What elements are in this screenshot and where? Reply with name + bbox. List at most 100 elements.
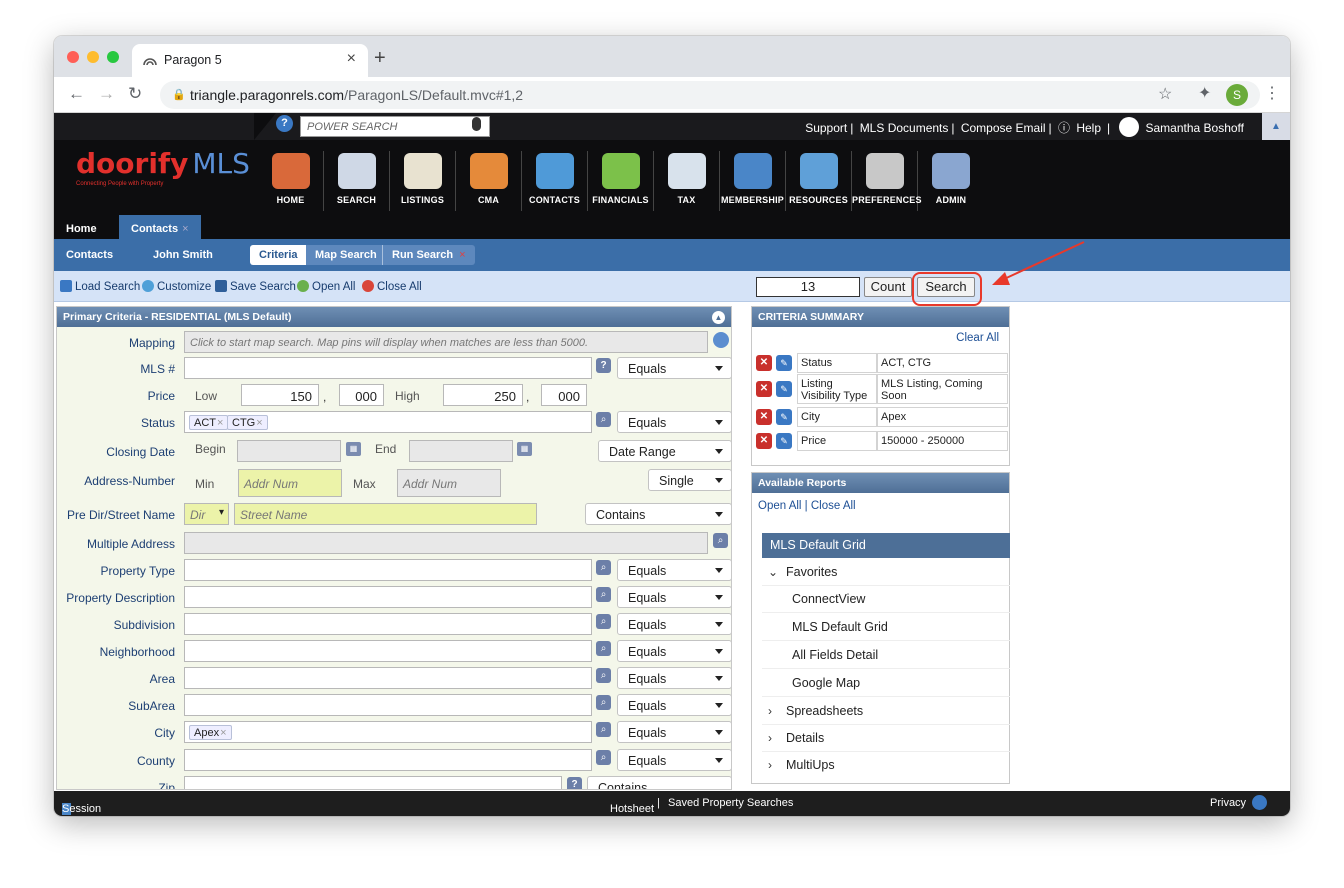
back-icon[interactable]: ←	[68, 84, 85, 104]
neighborhood-operator-select[interactable]: Equals	[617, 640, 731, 662]
city-operator-select[interactable]: Equals	[617, 721, 731, 743]
user-menu[interactable]: Samantha Boshoff	[1116, 117, 1247, 137]
mls-help-icon[interactable]: ?	[596, 358, 611, 373]
microphone-icon[interactable]	[472, 117, 481, 131]
county-operator-select[interactable]: Equals	[617, 749, 731, 771]
property-description-lookup-icon[interactable]: ⌕	[596, 587, 611, 602]
bookmark-star-icon[interactable]: ☆	[1158, 84, 1172, 104]
reports-open-all-link[interactable]: Open All	[758, 500, 801, 512]
property-type-lookup-icon[interactable]: ⌕	[596, 560, 611, 575]
status-chip-ctg[interactable]: CTG×	[227, 415, 268, 430]
map-globe-icon[interactable]	[713, 332, 729, 348]
forward-icon[interactable]: →	[98, 84, 115, 104]
remove-chip-icon[interactable]: ×	[217, 417, 223, 429]
nav-preferences[interactable]: PREFERENCES	[852, 151, 922, 211]
address-bar[interactable]: 🔒 triangle.paragonrels.com/ParagonLS/Def…	[160, 81, 1260, 109]
multiple-address-lookup-icon[interactable]: ⌕	[713, 533, 728, 548]
count-button[interactable]: Count	[864, 277, 912, 297]
subdivision-input[interactable]	[184, 613, 592, 635]
status-lookup-icon[interactable]: ⌕	[596, 412, 611, 427]
remove-criterion-icon[interactable]: ✕	[756, 433, 772, 449]
area-input[interactable]	[184, 667, 592, 689]
direction-select[interactable]: Dir ▾	[184, 503, 229, 525]
tab-run-search[interactable]: Run Search ×	[382, 245, 475, 265]
subdivision-operator-select[interactable]: Equals	[617, 613, 731, 635]
power-search-help-icon[interactable]: ?	[276, 115, 293, 132]
county-input[interactable]	[184, 749, 592, 771]
edit-criterion-icon[interactable]: ✎	[776, 381, 792, 397]
save-search-button[interactable]: Save Search	[215, 280, 296, 293]
subarea-input[interactable]	[184, 694, 592, 716]
app-tab-contacts[interactable]: Contacts ×	[119, 215, 201, 239]
browser-tab[interactable]: Paragon 5 ×	[132, 44, 368, 77]
closing-end-input[interactable]	[409, 440, 513, 462]
remove-criterion-icon[interactable]: ✕	[756, 381, 772, 397]
customize-button[interactable]: Customize	[142, 280, 211, 293]
remove-criterion-icon[interactable]: ✕	[756, 409, 772, 425]
property-type-operator-select[interactable]: Equals	[617, 559, 731, 581]
close-window-icon[interactable]	[67, 51, 79, 63]
mapping-input[interactable]: Click to start map search. Map pins will…	[184, 331, 708, 353]
browser-menu-icon[interactable]: ⋮	[1264, 83, 1280, 103]
profile-avatar[interactable]: S	[1226, 84, 1248, 106]
status-operator-select[interactable]: Equals	[617, 411, 731, 433]
mls-number-input[interactable]	[184, 357, 592, 379]
report-item[interactable]: MLS Default Grid	[762, 614, 1010, 641]
spreadsheets-group[interactable]: › Spreadsheets	[762, 698, 1010, 725]
privacy-settings-icon[interactable]	[1252, 795, 1267, 810]
mls-operator-select[interactable]: Equals	[617, 357, 731, 379]
report-item[interactable]: Google Map	[762, 670, 1010, 697]
property-description-operator-select[interactable]: Equals	[617, 586, 731, 608]
edit-criterion-icon[interactable]: ✎	[776, 433, 792, 449]
collapse-panel-icon[interactable]: ▲	[712, 311, 725, 324]
street-name-input[interactable]: Street Name	[234, 503, 537, 525]
closing-date-operator-select[interactable]: Date Range	[598, 440, 731, 462]
report-item[interactable]: All Fields Detail	[762, 642, 1010, 669]
address-max-input[interactable]: Addr Num	[397, 469, 501, 497]
privacy-link[interactable]: Privacy	[1210, 797, 1246, 809]
nav-tax[interactable]: TAX	[654, 151, 720, 211]
saved-property-searches-link[interactable]: Saved Property Searches	[668, 797, 793, 809]
city-chip-apex[interactable]: Apex×	[189, 725, 232, 740]
details-group[interactable]: › Details	[762, 725, 1010, 752]
tab-map-search[interactable]: Map Search	[306, 245, 386, 265]
support-link[interactable]: Support	[805, 121, 847, 135]
subarea-lookup-icon[interactable]: ⌕	[596, 695, 611, 710]
edit-criterion-icon[interactable]: ✎	[776, 409, 792, 425]
status-input[interactable]: ACT× CTG×	[184, 411, 592, 433]
subdivision-lookup-icon[interactable]: ⌕	[596, 614, 611, 629]
price-low-units-input[interactable]: 000	[339, 384, 384, 406]
compose-email-link[interactable]: Compose Email	[961, 121, 1046, 135]
nav-membership[interactable]: MEMBERSHIP	[720, 151, 786, 211]
selected-report[interactable]: MLS Default Grid	[762, 533, 1010, 558]
nav-financials[interactable]: FINANCIALS	[588, 151, 654, 211]
mls-documents-link[interactable]: MLS Documents	[860, 121, 949, 135]
address-operator-select[interactable]: Single	[648, 469, 731, 491]
open-all-button[interactable]: Open All	[297, 280, 355, 293]
remove-criterion-icon[interactable]: ✕	[756, 355, 772, 371]
multiple-address-input[interactable]	[184, 532, 708, 554]
property-description-input[interactable]	[184, 586, 592, 608]
closing-begin-input[interactable]	[237, 440, 341, 462]
zip-operator-select[interactable]: Contains	[587, 776, 731, 789]
nav-cma[interactable]: CMA	[456, 151, 522, 211]
nav-home[interactable]: HOME	[258, 151, 324, 211]
remove-chip-icon[interactable]: ×	[220, 727, 226, 739]
minimize-window-icon[interactable]	[87, 51, 99, 63]
remove-chip-icon[interactable]: ×	[256, 417, 262, 429]
reload-icon[interactable]: ↻	[128, 84, 142, 104]
maximize-window-icon[interactable]	[107, 51, 119, 63]
status-chip-act[interactable]: ACT×	[189, 415, 229, 430]
close-tab-icon[interactable]: ×	[347, 50, 356, 68]
power-search-input[interactable]: POWER SEARCH	[300, 116, 490, 137]
help-link[interactable]: ⓘ Help	[1058, 121, 1104, 135]
property-type-input[interactable]	[184, 559, 592, 581]
price-high-thousands-input[interactable]: 250	[443, 384, 523, 406]
app-tab-home[interactable]: Home	[54, 215, 109, 239]
price-high-units-input[interactable]: 000	[541, 384, 587, 406]
new-tab-icon[interactable]: +	[374, 47, 386, 70]
nav-listings[interactable]: LISTINGS	[390, 151, 456, 211]
nav-search[interactable]: SEARCH	[324, 151, 390, 211]
address-min-input[interactable]: Addr Num	[238, 469, 342, 497]
city-lookup-icon[interactable]: ⌕	[596, 722, 611, 737]
